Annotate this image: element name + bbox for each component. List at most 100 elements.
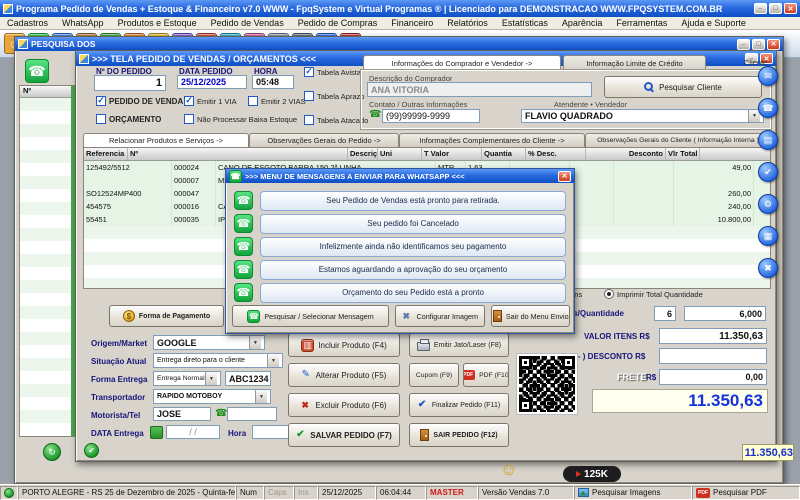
message-button[interactable]: Estamos aguardando a aprovação do seu or… (260, 259, 566, 280)
cupom-button[interactable]: Cupom (F9) (409, 363, 459, 387)
finalizar-pedido-button[interactable]: Finalizar Pedido (F11) (409, 393, 509, 417)
data-pedido-input[interactable]: 25/12/2025 (177, 75, 247, 89)
descricao-comprador-input[interactable]: ANA VITORIA (367, 82, 592, 97)
message-button[interactable]: Seu pedido foi Cancelado (260, 213, 566, 234)
alterar-produto-button[interactable]: Alterar Produto (F5) (288, 363, 400, 387)
whatsapp-icon[interactable] (25, 59, 49, 83)
pesquisar-cliente-button[interactable]: Pesquisar Cliente (604, 76, 762, 98)
hora-entrega-input[interactable] (252, 425, 292, 439)
modal-close-button[interactable] (558, 170, 571, 182)
forma-entrega-dropdown[interactable]: Entrega Normal (153, 371, 221, 386)
excluir-produto-button[interactable]: Excluir Produto (F6) (288, 393, 400, 417)
dropdown-arrow-icon[interactable] (249, 336, 261, 349)
radio-imprimir-total-quantidade[interactable]: Imprimir Total Quantidade (604, 289, 703, 299)
side-button[interactable]: ▦ (758, 226, 778, 246)
motorista-input[interactable]: JOSE (153, 407, 211, 421)
checkbox-emitir-2-vias[interactable]: Emitir 2 VIAS (248, 96, 306, 106)
situacao-dropdown[interactable]: Entrega direto para o cliente (153, 353, 283, 368)
hora-input[interactable]: 05:48 (252, 75, 294, 89)
origem-dropdown[interactable]: GOOGLE (153, 335, 265, 350)
frete-input[interactable]: 0,00 (659, 369, 767, 385)
column-header[interactable]: Vlr Total (666, 148, 701, 160)
dropdown-arrow-icon[interactable] (255, 390, 267, 403)
side-button[interactable]: ✔ (758, 162, 778, 182)
menu-item[interactable]: Pedido de Vendas (204, 18, 291, 28)
tab-observacoes-cliente[interactable]: Observações Gerais do Cliente ( Informaç… (585, 133, 771, 147)
status-ins: Ins (294, 485, 318, 500)
message-button[interactable]: Infelizmente ainda não identificamos seu… (260, 236, 566, 257)
side-button[interactable]: ▤ (758, 130, 778, 150)
calendar-icon[interactable] (150, 426, 163, 439)
menu-item[interactable]: Ajuda e Suporte (674, 18, 753, 28)
app-title: Programa Pedido de Vendas + Estoque & Fi… (16, 3, 723, 14)
configurar-imagem-button[interactable]: Configurar Imagem (395, 305, 486, 327)
pesquisar-imagens-button[interactable]: Pesquisar Imagens (574, 485, 692, 500)
column-header[interactable]: Nº (128, 148, 348, 160)
pesquisa-minimize-button[interactable] (737, 38, 750, 50)
tab-observacoes-pedido[interactable]: Observações Gerais do Pedido -> (249, 133, 399, 147)
menu-item[interactable]: Ferramentas (609, 18, 674, 28)
menu-item[interactable]: Cadastros (0, 18, 55, 28)
tab-comprador-vendedor[interactable]: Informações do Comprador e Vendedor -> (363, 55, 561, 71)
menu-item[interactable]: Relatórios (440, 18, 495, 28)
side-button[interactable]: ✉ (758, 66, 778, 86)
pdf-button[interactable]: PDF (F10) (463, 363, 509, 387)
data-entrega-input[interactable]: / / (166, 425, 220, 439)
menu-item[interactable]: Produtos e Estoque (111, 18, 204, 28)
menu-item[interactable]: Financeiro (384, 18, 440, 28)
maximize-button[interactable] (769, 3, 782, 14)
column-header[interactable]: Uni (378, 148, 422, 160)
transportador-dropdown[interactable]: RAPIDO MOTOBOY (153, 389, 271, 404)
tab-info-complementares[interactable]: Informações Complementares do Cliente -> (399, 133, 585, 147)
menu-item[interactable]: Aparência (555, 18, 610, 28)
message-button[interactable]: Orçamento do seu Pedido está a pronto (260, 282, 566, 303)
side-button[interactable]: ⚙ (758, 194, 778, 214)
pesquisa-close-button[interactable] (767, 38, 780, 50)
numero-input[interactable]: 1 (94, 75, 166, 91)
checkbox-tabela-avista[interactable]: Tabela Avista (304, 67, 361, 77)
data-entrega-label: DATA Entrega (91, 429, 144, 438)
side-button[interactable]: ☎ (758, 98, 778, 118)
pesquisar-pdf-button[interactable]: Pesquisar PDF (692, 485, 800, 500)
pesquisa-maximize-button[interactable] (752, 38, 765, 50)
atendente-dropdown[interactable]: FLAVIO QUADRADO (521, 109, 764, 123)
checkbox-tabela-atacado[interactable]: Tabela Atacado (304, 115, 368, 125)
dropdown-arrow-icon[interactable] (267, 354, 279, 367)
menu-item[interactable]: WhatsApp (55, 18, 111, 28)
incluir-produto-button[interactable]: ▥ Incluir Produto (F4) (288, 333, 400, 357)
motorista-telefone-input[interactable] (227, 407, 277, 421)
column-header[interactable]: Desconto (586, 148, 666, 160)
menu-item[interactable]: Estatísticas (495, 18, 555, 28)
tab-relacionar-produtos[interactable]: Relacionar Produtos e Serviços -> (83, 133, 249, 147)
telefone-input[interactable]: (99)99999-9999 (382, 109, 480, 123)
message-button[interactable]: Seu Pedido de Vendas está pronto para re… (260, 190, 566, 211)
refresh-ic[interactable]: ↻ (43, 443, 61, 461)
forma-pagamento-button[interactable]: Forma de Pagamento (109, 305, 224, 327)
column-header[interactable]: Referencia (84, 148, 128, 160)
pesquisar-mensagem-button[interactable]: Pesquisar / Selecionar Mensagem (232, 305, 390, 327)
dropdown-arrow-icon[interactable] (205, 372, 217, 385)
emitir-jato-laser-button[interactable]: Emitir Jato/Laser (F8) (409, 333, 509, 357)
tab-limite-credito[interactable]: Informação Limite de Crédito (563, 55, 706, 71)
desconto-input[interactable] (659, 348, 767, 364)
checkbox-pedido-de-venda[interactable]: PEDIDO DE VENDA (96, 96, 183, 106)
column-header[interactable]: Quantia (482, 148, 526, 160)
salvar-pedido-button[interactable]: SALVAR PEDIDO (F7) (288, 423, 400, 447)
checkbox-emitir-1-via[interactable]: Emitir 1 VIA (184, 96, 237, 106)
checkbox-nao-processar-baixa[interactable]: Não Processar Baixa Estoque (184, 114, 297, 124)
minimize-button[interactable] (754, 3, 767, 14)
placa-input[interactable]: ABC1234 (225, 371, 271, 386)
checkbox-tabela-aprazo[interactable]: Tabela Aprazo (304, 91, 365, 101)
side-button[interactable]: ✖ (758, 258, 778, 278)
checkbox-icon (304, 67, 314, 77)
column-header[interactable]: Descrição do Produto (348, 148, 378, 160)
close-button[interactable] (784, 3, 797, 14)
checkbox-orcamento[interactable]: ORÇAMENTO (96, 114, 161, 124)
sair-pedido-button[interactable]: SAIR PEDIDO (F12) (409, 423, 509, 447)
pesquisa-result-list[interactable]: Nº (19, 85, 77, 437)
qr-finder (519, 356, 532, 369)
column-header[interactable]: T Valor (422, 148, 482, 160)
sair-menu-envio-button[interactable]: Sair do Menu Envio (491, 305, 570, 327)
column-header[interactable]: % Desc. (526, 148, 586, 160)
menu-item[interactable]: Pedido de Compras (291, 18, 385, 28)
